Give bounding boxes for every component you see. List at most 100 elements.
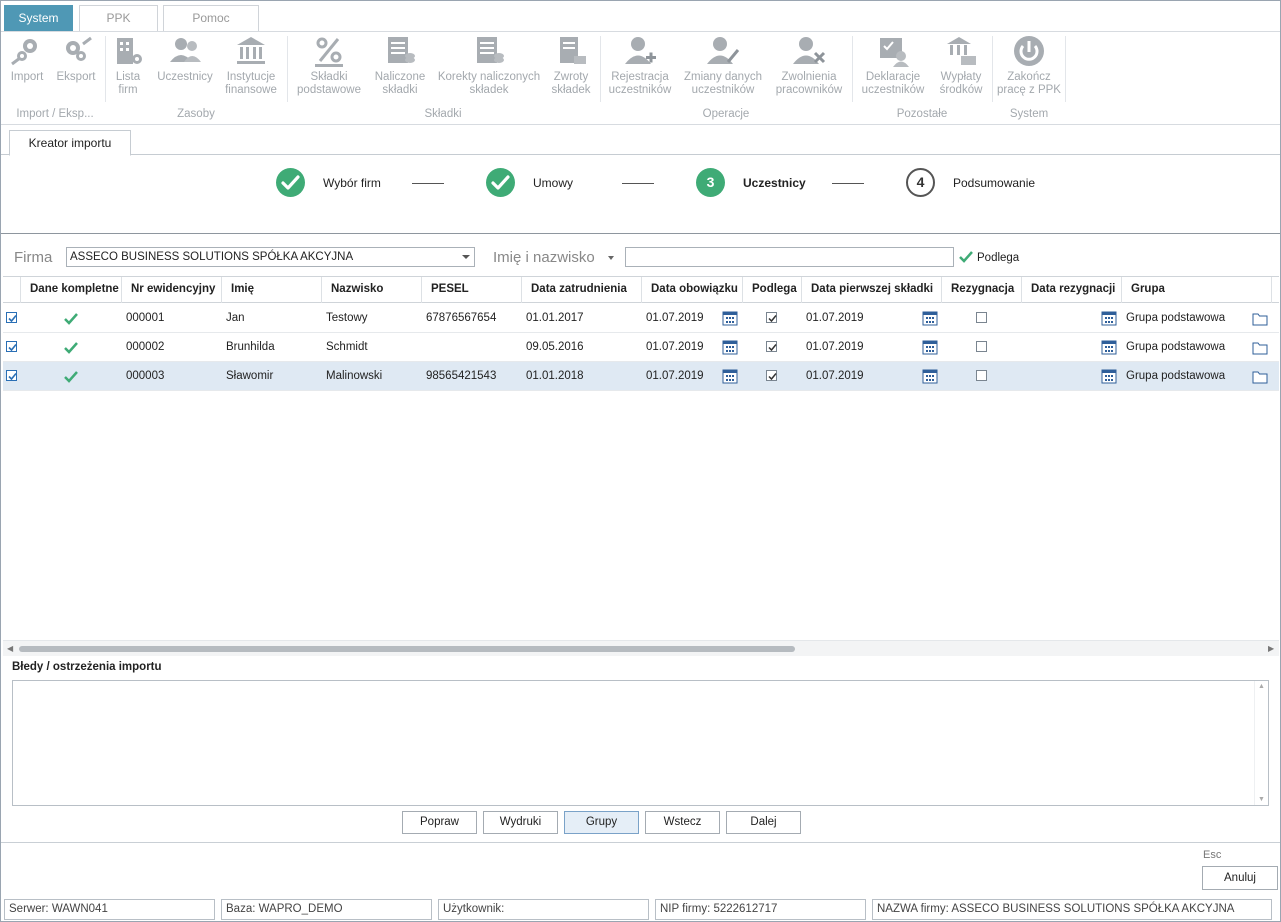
header-dane-kompletne[interactable]: Dane kompletne: [21, 277, 122, 303]
tab-import-wizard[interactable]: Kreator importu: [9, 130, 131, 156]
contribution-returns-button[interactable]: Zwroty składek: [547, 34, 595, 102]
checkmark-icon[interactable]: [959, 251, 973, 263]
cell-obowiazek: 01.07.2019: [646, 370, 704, 382]
header-data-rezygnacji[interactable]: Data rezygnacji: [1022, 277, 1122, 303]
chevron-down-icon[interactable]: [608, 256, 614, 260]
tab-pomoc[interactable]: Pomoc: [163, 5, 259, 31]
firma-select-value: ASSECO BUSINESS SOLUTIONS SPÓŁKA AKCYJNA: [70, 251, 354, 263]
ribbon-separator: [1065, 36, 1066, 102]
horizontal-scrollbar[interactable]: ◀ ▶: [3, 640, 1279, 656]
calendar-icon[interactable]: [722, 310, 738, 326]
firma-select[interactable]: ASSECO BUSINESS SOLUTIONS SPÓŁKA AKCYJNA: [66, 247, 475, 267]
vertical-scrollbar[interactable]: ▲ ▼: [1254, 681, 1268, 805]
wizard-step-firms: Wybór firm: [276, 168, 416, 198]
cell-data-rezygnacji: [1022, 362, 1098, 391]
dalej-button[interactable]: Dalej: [726, 811, 801, 834]
basic-contributions-button[interactable]: Składki podstawowe: [293, 34, 365, 102]
podlega-checkbox[interactable]: [766, 312, 777, 323]
name-filter-input[interactable]: [625, 247, 954, 267]
header-rezygnacja[interactable]: Rezygnacja: [942, 277, 1022, 303]
table-row[interactable]: 000003 Sławomir Malinowski 98565421543 0…: [3, 362, 1279, 391]
folder-icon[interactable]: [1252, 370, 1268, 384]
header-grupa[interactable]: Grupa: [1122, 277, 1272, 303]
tab-system[interactable]: System: [4, 5, 73, 31]
tab-ppk[interactable]: PPK: [79, 5, 158, 31]
step-done-check-icon: [486, 168, 515, 197]
cell-zatrudnienie: 01.01.2017: [526, 312, 584, 324]
contribution-corrections-button[interactable]: Korekty naliczonych składek: [435, 34, 543, 102]
anuluj-button[interactable]: Anuluj: [1202, 866, 1278, 890]
company-list-button[interactable]: Lista firm: [109, 34, 147, 102]
calendar-icon[interactable]: [722, 368, 738, 384]
participant-data-changes-label-1: Zmiany danych: [684, 71, 762, 83]
scroll-up-icon[interactable]: ▲: [1258, 683, 1265, 690]
participant-registration-button[interactable]: Rejestracja uczestników: [605, 34, 675, 102]
grupy-button[interactable]: Grupy: [564, 811, 639, 834]
calendar-icon[interactable]: [922, 310, 938, 326]
cell-imie: Sławomir: [226, 370, 274, 382]
header-podlega[interactable]: Podlega: [743, 277, 802, 303]
calendar-icon[interactable]: [922, 339, 938, 355]
row-select-checkbox[interactable]: [6, 341, 17, 352]
podlega-checkbox[interactable]: [766, 370, 777, 381]
company-list-label-1: Lista: [115, 71, 141, 83]
step-number-badge: 4: [906, 168, 935, 197]
wstecz-button[interactable]: Wstecz: [645, 811, 720, 834]
errors-textbox[interactable]: ▲ ▼: [12, 680, 1269, 806]
folder-icon[interactable]: [1252, 312, 1268, 326]
user-edit-icon: [707, 37, 740, 64]
row-select-checkbox[interactable]: [6, 312, 17, 323]
calendar-icon[interactable]: [1101, 339, 1117, 355]
header-data-zatrudnienia[interactable]: Data zatrudnienia: [522, 277, 642, 303]
employee-dismissal-button[interactable]: Zwolnienia pracowników: [771, 34, 847, 102]
corrections-icon: [477, 37, 504, 63]
calendar-icon[interactable]: [722, 339, 738, 355]
returns-icon: [560, 37, 586, 64]
financial-institutions-label-2: finansowe: [225, 84, 277, 96]
top-menu-bar: System PPK Pomoc: [1, 1, 1280, 31]
participant-declarations-button[interactable]: Deklaracje uczestników: [857, 34, 929, 102]
podlega-filter-label[interactable]: Podlega: [977, 252, 1019, 264]
scroll-down-icon[interactable]: ▼: [1258, 796, 1265, 803]
wizard-step-participants: 3 Uczestnicy: [696, 168, 836, 198]
calculated-contributions-button[interactable]: Naliczone składki: [371, 34, 429, 102]
header-nazwisko[interactable]: Nazwisko: [322, 277, 422, 303]
rezygnacja-checkbox[interactable]: [976, 341, 987, 352]
name-filter-label[interactable]: Imię i nazwisko: [493, 249, 595, 266]
calendar-icon[interactable]: [1101, 310, 1117, 326]
scrollbar-thumb[interactable]: [19, 646, 795, 652]
scroll-right-icon[interactable]: ▶: [1268, 644, 1274, 653]
participant-registration-label-1: Rejestracja: [611, 71, 669, 83]
rezygnacja-checkbox[interactable]: [976, 370, 987, 381]
end-ppk-button[interactable]: Zakończ pracę z PPK: [996, 34, 1062, 102]
wydruki-button[interactable]: Wydruki: [483, 811, 558, 834]
import-label: Import: [10, 71, 44, 83]
popraw-button[interactable]: Popraw: [402, 811, 477, 834]
participants-button[interactable]: Uczestnicy: [155, 34, 215, 102]
financial-institutions-button[interactable]: Instytucje finansowe: [219, 34, 283, 102]
table-row[interactable]: 000002 Brunhilda Schmidt 09.05.2016 01.0…: [3, 333, 1279, 362]
header-imie[interactable]: Imię: [222, 277, 322, 303]
payouts-button[interactable]: Wypłaty środków: [935, 34, 987, 102]
import-button[interactable]: Import: [6, 34, 48, 102]
participant-registration-label-2: uczestników: [608, 84, 672, 96]
cell-grupa: Grupa podstawowa: [1126, 341, 1226, 353]
complete-check-icon: [64, 371, 78, 383]
header-nr-ewidencyjny[interactable]: Nr ewidencyjny: [122, 277, 222, 303]
export-button[interactable]: Eksport: [54, 34, 98, 102]
folder-icon[interactable]: [1252, 341, 1268, 355]
table-row[interactable]: 000001 Jan Testowy 67876567654 01.01.201…: [3, 304, 1279, 333]
contribution-returns-label-1: Zwroty: [553, 71, 589, 83]
rezygnacja-checkbox[interactable]: [976, 312, 987, 323]
row-select-checkbox[interactable]: [6, 370, 17, 381]
calendar-icon[interactable]: [922, 368, 938, 384]
scroll-left-icon[interactable]: ◀: [7, 644, 13, 653]
header-data-obowiazku[interactable]: Data obowiązku: [642, 277, 743, 303]
header-data-pierwszej-skladki[interactable]: Data pierwszej składki: [802, 277, 942, 303]
group-zasoby: Zasoby: [177, 108, 215, 120]
calendar-icon[interactable]: [1101, 368, 1117, 384]
podlega-checkbox[interactable]: [766, 341, 777, 352]
header-pesel[interactable]: PESEL: [422, 277, 522, 303]
cell-pierwsza-skladka: 01.07.2019: [806, 312, 864, 324]
participant-data-changes-button[interactable]: Zmiany danych uczestników: [681, 34, 765, 102]
